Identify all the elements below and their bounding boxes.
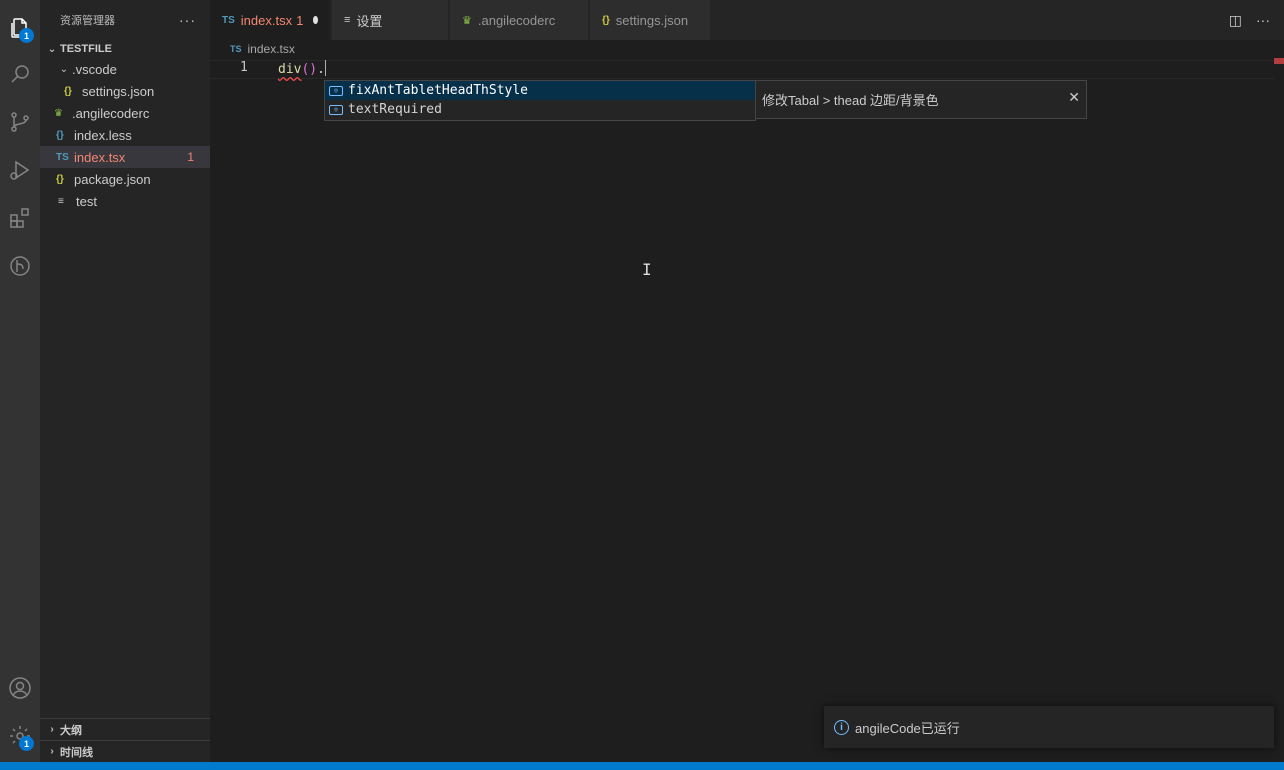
tree-item-label: index.less — [74, 127, 132, 143]
error-scroll-marker — [1274, 58, 1284, 64]
outline-section-header[interactable]: › 大纲 — [40, 718, 210, 740]
source-control-icon[interactable] — [4, 106, 36, 138]
close-icon[interactable]: ✕ — [1068, 89, 1080, 106]
text-file-icon: ≡ — [58, 195, 64, 207]
notification-toast[interactable]: i angileCode已运行 — [824, 706, 1274, 748]
split-editor-icon[interactable]: ◫ — [1229, 12, 1242, 29]
explorer-badge: 1 — [19, 28, 34, 43]
typescript-file-icon: TS — [222, 14, 235, 26]
suggestion-label: fixAntTabletHeadThStyle — [348, 83, 529, 98]
settings-badge: 1 — [19, 736, 34, 751]
tab-index-tsx[interactable]: TS index.tsx 1 — [210, 0, 330, 40]
workspace-name: TESTFILE — [60, 43, 112, 55]
typescript-file-icon: TS — [230, 44, 242, 54]
sidebar-header: 资源管理器 ··· — [40, 0, 210, 40]
tree-item-vscode-folder[interactable]: ⌄ .vscode — [40, 58, 210, 80]
chevron-right-icon: › — [50, 746, 54, 757]
code-dot: . — [317, 62, 325, 77]
suggestion-detail-text: 修改Tabal > thead 边距/背景色 — [762, 93, 939, 108]
timeline-section-header[interactable]: › 时间线 — [40, 740, 210, 762]
angular-file-icon: ♛ — [54, 107, 63, 119]
mouse-ibeam-icon: I — [642, 260, 652, 279]
extensions-icon[interactable] — [4, 202, 36, 234]
status-bar — [0, 762, 1284, 770]
tree-item-label: .vscode — [72, 61, 117, 77]
tree-item-test[interactable]: ≡ test — [40, 190, 210, 212]
tab-label: .angilecoderc — [477, 12, 556, 28]
sidebar-title: 资源管理器 — [60, 15, 115, 27]
tree-item-label: settings.json — [82, 83, 155, 99]
property-icon: ◎ — [329, 85, 343, 96]
text-cursor — [324, 60, 326, 76]
chevron-right-icon: › — [50, 724, 54, 735]
code-parens: () — [301, 62, 318, 77]
settings-file-icon: ≡ — [344, 14, 351, 26]
code-function-name: div — [278, 62, 302, 77]
tree-item-label: package.json — [74, 171, 151, 187]
notification-text: angileCode已运行 — [855, 720, 960, 736]
editor-actions: ◫ ··· — [1229, 0, 1270, 40]
suggestion-widget: ◎ fixAntTabletHeadThStyle ◎ textRequired — [324, 80, 756, 121]
breadcrumb-file[interactable]: index.tsx — [248, 42, 295, 56]
json-file-icon: {} — [56, 173, 64, 185]
breadcrumb: TS index.tsx — [210, 40, 295, 58]
timeline-label: 时间线 — [60, 746, 93, 759]
unsaved-dot-icon[interactable] — [313, 16, 318, 24]
info-icon: i — [834, 719, 849, 735]
tab-label: settings.json — [615, 12, 689, 28]
tab-settings[interactable]: ≡ 设置 — [332, 0, 448, 40]
account-icon[interactable] — [4, 672, 36, 704]
json-file-icon: {} — [64, 85, 72, 97]
suggestion-item[interactable]: ◎ fixAntTabletHeadThStyle — [325, 81, 755, 100]
explorer-sidebar: 资源管理器 ··· ⌄ TESTFILE ⌄ .vscode {} settin… — [40, 0, 210, 762]
chevron-down-icon: ⌄ — [47, 43, 57, 55]
tree-item-angilecoderc[interactable]: ♛ .angilecoderc — [40, 102, 210, 124]
file-tree: ⌄ .vscode {} settings.json ♛ .angilecode… — [40, 58, 210, 212]
tree-item-label: index.tsx — [74, 149, 126, 165]
suggestion-item[interactable]: ◎ textRequired — [325, 100, 755, 119]
line-number: 1 — [240, 60, 248, 75]
more-actions-icon[interactable]: ··· — [179, 12, 196, 28]
chevron-down-icon: ⌄ — [59, 63, 69, 75]
tree-item-label: .angilecoderc — [72, 105, 150, 121]
workspace-section-header[interactable]: ⌄ TESTFILE — [40, 40, 210, 58]
current-line-highlight — [210, 60, 1274, 79]
activity-bar: 1 1 — [0, 0, 40, 762]
explorer-icon[interactable]: 1 — [4, 12, 36, 44]
code-line[interactable]: div(). — [278, 60, 326, 77]
suggestion-label: textRequired — [348, 102, 442, 117]
code-editor[interactable]: 1 div(). — [210, 58, 1284, 762]
tab-label: index.tsx — [240, 12, 293, 28]
tree-item-package-json[interactable]: {} package.json — [40, 168, 210, 190]
tree-item-index-tsx[interactable]: TS index.tsx 1 — [40, 146, 210, 168]
more-actions-icon[interactable]: ··· — [1256, 12, 1270, 28]
outline-label: 大纲 — [60, 724, 82, 737]
tab-settings-json[interactable]: {} settings.json — [590, 0, 710, 40]
tab-angilecoderc[interactable]: ♛ .angilecoderc — [450, 0, 588, 40]
suggestion-detail-panel: 修改Tabal > thead 边距/背景色 ✕ — [755, 80, 1087, 119]
tab-label: 设置 — [356, 13, 383, 29]
tree-item-label: test — [76, 193, 97, 209]
git-graph-icon[interactable] — [4, 250, 36, 282]
settings-gear-icon[interactable]: 1 — [4, 720, 36, 752]
tree-item-settings-json[interactable]: {} settings.json — [40, 80, 210, 102]
tree-item-index-less[interactable]: {} index.less — [40, 124, 210, 146]
tab-error-count: 1 — [296, 12, 304, 28]
typescript-file-icon: TS — [56, 151, 69, 163]
error-count-badge: 1 — [187, 150, 194, 164]
angular-file-icon: ♛ — [462, 14, 472, 27]
less-file-icon: {} — [56, 129, 64, 141]
run-debug-icon[interactable] — [4, 154, 36, 186]
search-icon[interactable] — [4, 58, 36, 90]
property-icon: ◎ — [329, 104, 343, 115]
json-file-icon: {} — [602, 14, 610, 26]
editor-tab-bar: TS index.tsx 1 ≡ 设置 ♛ .angilecoderc {} s… — [210, 0, 1284, 40]
